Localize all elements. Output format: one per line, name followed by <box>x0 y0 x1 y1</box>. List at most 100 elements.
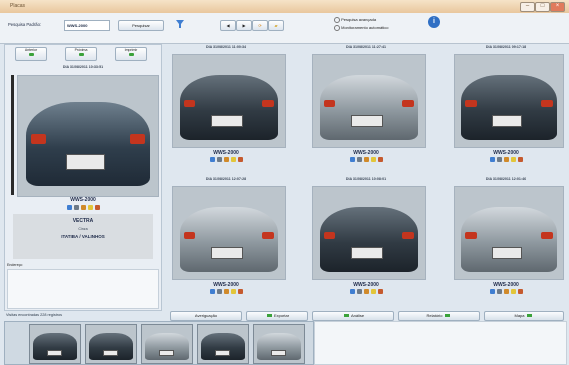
next-label: Próxima <box>74 48 88 52</box>
tab-relatorio[interactable]: Relatório <box>398 311 480 321</box>
tab-analise[interactable]: Análise <box>312 311 394 321</box>
search-button-label: Pesquisar <box>132 23 150 28</box>
folder-icon[interactable] <box>223 157 229 162</box>
thumbnail[interactable] <box>85 324 137 364</box>
tile-photo[interactable] <box>454 186 564 280</box>
folder-icon[interactable]: ▰ <box>268 20 284 31</box>
camera-icon[interactable] <box>496 157 502 162</box>
folder-icon[interactable] <box>363 157 369 162</box>
option-monitor[interactable]: Monitoramento automático <box>334 25 388 31</box>
detail-timestamp: DIA 31/08/2011 10:33:51 <box>62 65 104 69</box>
alert-icon[interactable] <box>377 157 383 162</box>
star-icon[interactable] <box>87 205 93 210</box>
star-icon[interactable] <box>230 289 236 294</box>
tab-exportar[interactable]: Exportar <box>246 311 308 321</box>
alert-icon[interactable] <box>517 289 523 294</box>
star-icon[interactable] <box>370 157 376 162</box>
tile-plate: WWS-2000 <box>353 150 379 156</box>
tail-light <box>129 134 145 145</box>
camera-icon[interactable] <box>496 289 502 294</box>
tile-plate: WWS-2000 <box>493 150 519 156</box>
star-icon[interactable] <box>230 157 236 162</box>
maximize-button[interactable]: □ <box>535 2 550 12</box>
camera-icon[interactable] <box>216 157 222 162</box>
thumbnail[interactable] <box>29 324 81 364</box>
view-icon[interactable] <box>209 289 215 294</box>
folder-icon[interactable] <box>503 157 509 162</box>
view-icon[interactable] <box>349 157 355 162</box>
view-icon[interactable] <box>209 157 215 162</box>
alert-icon[interactable] <box>94 205 100 210</box>
tile-photo[interactable] <box>172 186 286 280</box>
camera-icon[interactable] <box>216 289 222 294</box>
tile-photo[interactable] <box>312 186 426 280</box>
refresh-icon[interactable]: ⟳ <box>252 20 268 31</box>
notes-label: Endereço <box>7 263 23 267</box>
status-text: Visitas encontradas 228 registros <box>6 313 63 317</box>
tile-timestamp: DIA 31/08/2011 12:01:46 <box>485 177 527 181</box>
notes-field[interactable] <box>7 269 159 309</box>
folder-icon[interactable] <box>223 289 229 294</box>
thumbnail[interactable] <box>197 324 249 364</box>
tile-photo[interactable] <box>172 54 286 148</box>
camera-icon[interactable] <box>356 289 362 294</box>
tile-photo[interactable] <box>312 54 426 148</box>
export-icon <box>266 314 272 318</box>
tab-label: Averiguação <box>194 313 218 318</box>
report-icon <box>444 314 450 318</box>
tab-averiguacao[interactable]: Averiguação <box>170 311 242 321</box>
folder-icon[interactable] <box>80 205 86 210</box>
view-icon[interactable] <box>489 157 495 162</box>
star-icon[interactable] <box>370 289 376 294</box>
folder-icon[interactable] <box>503 289 509 294</box>
car-image <box>201 333 245 360</box>
close-button[interactable]: × <box>550 2 565 12</box>
folder-icon[interactable] <box>363 289 369 294</box>
tile-photo[interactable] <box>454 54 564 148</box>
search-input[interactable]: WWS-2000 <box>64 20 110 31</box>
print-button[interactable]: Imprimir <box>115 47 147 61</box>
alert-icon[interactable] <box>517 157 523 162</box>
tab-label: Relatório <box>426 313 443 318</box>
tile-icon-row <box>306 289 426 295</box>
tile-timestamp: DIA 31/08/2011 11:27:41 <box>345 45 387 49</box>
thumbnail[interactable] <box>253 324 305 364</box>
analysis-icon <box>343 314 349 318</box>
tile-plate: WWS-2000 <box>493 282 519 288</box>
car-image <box>319 75 419 140</box>
info-icon[interactable]: i <box>428 16 440 28</box>
previous-button[interactable]: Anterior <box>15 47 47 61</box>
view-icon[interactable] <box>66 205 72 210</box>
tile-timestamp: DIA 31/08/2011 09:17:18 <box>485 45 527 49</box>
tile-icon-row <box>306 157 426 163</box>
radio-icon[interactable] <box>334 25 340 31</box>
tab-mapa[interactable]: Mapa <box>484 311 564 321</box>
search-button[interactable]: Pesquisar <box>118 20 164 31</box>
funnel-icon[interactable] <box>175 19 185 29</box>
radio-icon[interactable] <box>334 17 340 23</box>
minimize-button[interactable]: – <box>520 2 535 12</box>
thumbnail[interactable] <box>141 324 193 364</box>
arrow-left-icon[interactable]: ◀ <box>220 20 236 31</box>
view-icon[interactable] <box>349 289 355 294</box>
arrow-right-icon[interactable]: ▶ <box>236 20 252 31</box>
view-icon[interactable] <box>489 289 495 294</box>
detail-photo[interactable] <box>17 75 159 197</box>
alert-icon[interactable] <box>237 289 243 294</box>
arrow-icon <box>78 53 84 56</box>
next-button[interactable]: Próxima <box>65 47 97 61</box>
alert-icon[interactable] <box>237 157 243 162</box>
camera-icon[interactable] <box>356 157 362 162</box>
alert-icon[interactable] <box>377 289 383 294</box>
tile-plate: WWS-2000 <box>353 282 379 288</box>
star-icon[interactable] <box>510 289 516 294</box>
title-bar: Placas – □ × <box>0 0 569 14</box>
arrow-icon <box>28 53 34 56</box>
tile-plate: WWS-2000 <box>213 282 239 288</box>
camera-icon[interactable] <box>73 205 79 210</box>
detail-panel: Anterior Próxima Imprimir DIA 31/08/2011… <box>4 44 162 311</box>
car-image <box>319 207 419 272</box>
star-icon[interactable] <box>510 157 516 162</box>
option-advanced[interactable]: Pesquisa avançada <box>334 17 376 23</box>
map-icon <box>526 314 532 318</box>
